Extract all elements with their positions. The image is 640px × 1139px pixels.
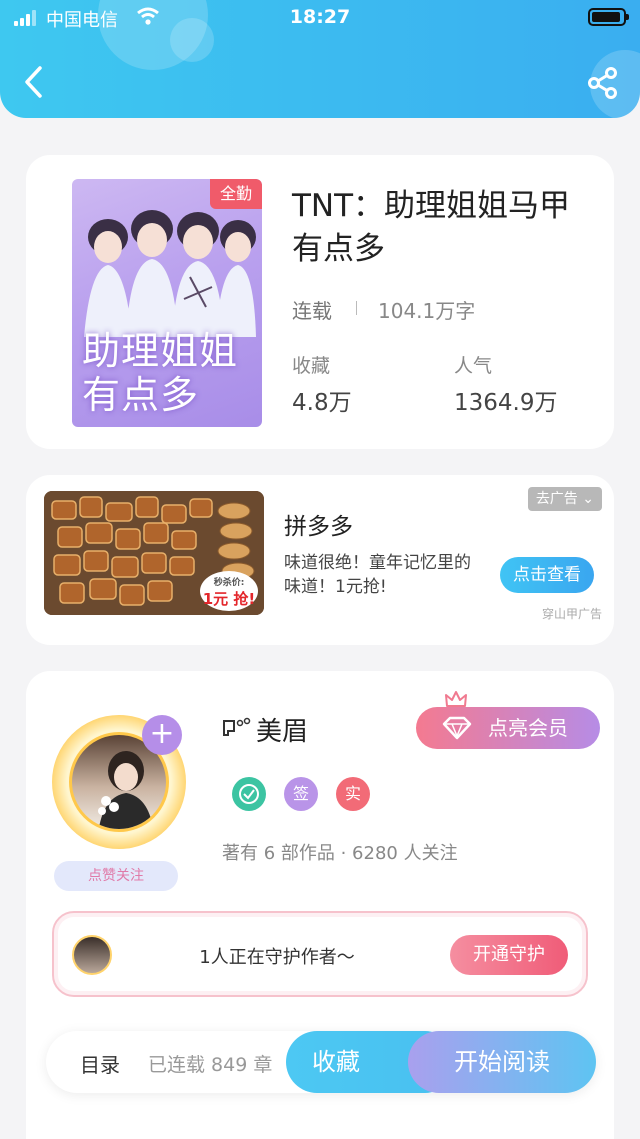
remove-ad-button[interactable]: 去广告 ⌄ [527,487,602,511]
chevron-left-icon [25,66,42,98]
serial-status: 连载 [292,299,332,323]
popularity-value: 1364.9万 [454,390,558,416]
ad-card[interactable]: 秒杀价: 1元 抢! 去广告 ⌄ 拼多多 味道很绝！童年记忆里的味道！1元抢! … [26,475,614,645]
crown-icon [445,691,467,707]
battery-icon [588,8,629,26]
like-follow-button[interactable]: 点赞关注 [54,861,178,891]
status-bar: 中国电信 18:27 [0,0,640,36]
share-button[interactable] [586,66,620,100]
word-count: 104.1万字 [378,299,476,323]
divider [356,301,357,315]
vip-label: 点亮会员 [488,716,568,740]
book-title: TNT：助理姐姐马甲有点多 [292,188,571,267]
author-stats: 著有 6 部作品 · 6280 人关注 [222,843,458,864]
header-bar: 中国电信 18:27 [0,0,640,118]
start-reading-button[interactable]: 开始阅读 [408,1031,596,1093]
favorites-value: 4.8万 [292,390,352,416]
price-tag: 秒杀价: 1元 抢! [200,571,258,611]
author-level-icon [223,717,251,736]
price-tag-caption: 秒杀价: [213,578,245,588]
share-icon [588,67,617,99]
open-guard-button[interactable]: 开通守护 [450,935,568,975]
cover-title: 助理姐姐有点多 [82,329,239,417]
chapter-count: 已连载 849 章 [148,1054,273,1076]
full-attendance-badge: 全勤 [210,179,262,209]
ad-title: 拼多多 [284,514,353,540]
guard-panel: 1人正在守护作者～ 开通守护 [52,911,588,997]
ad-image[interactable]: 秒杀价: 1元 抢! [44,491,264,615]
remove-ad-label: 去广告 [535,491,578,507]
signed-badge: 签 [284,777,318,811]
ad-description: 味道很绝！童年记忆里的味道！1元抢! [284,553,471,597]
favorites-label: 收藏 [292,355,331,377]
clock: 18:27 [289,6,351,28]
medal-icon [232,777,266,811]
book-cover[interactable]: 助理姐姐有点多 全勤 [72,179,262,427]
popularity-label: 人气 [454,355,493,377]
table-of-contents-button[interactable]: 目录 [80,1049,120,1078]
price-tag-value: 1元 抢! [202,590,256,608]
verified-badge: 实 [336,777,370,811]
back-button[interactable] [20,64,50,100]
ad-source: 穿山甲广告 [541,607,602,621]
cover-figures-image [84,210,256,337]
diamond-icon [442,716,472,740]
bottom-action-bar: 目录 已连载 849 章 收藏 开始阅读 [46,1031,596,1093]
vip-button[interactable]: 点亮会员 [416,691,600,749]
author-name: 美眉 [256,717,309,747]
ad-view-button[interactable]: 点击查看 [500,557,594,593]
follow-plus-button[interactable]: + [142,715,182,755]
book-info-card: 助理姐姐有点多 全勤 TNT：助理姐姐马甲有点多 连载 104.1万字 收藏 4… [26,155,614,449]
